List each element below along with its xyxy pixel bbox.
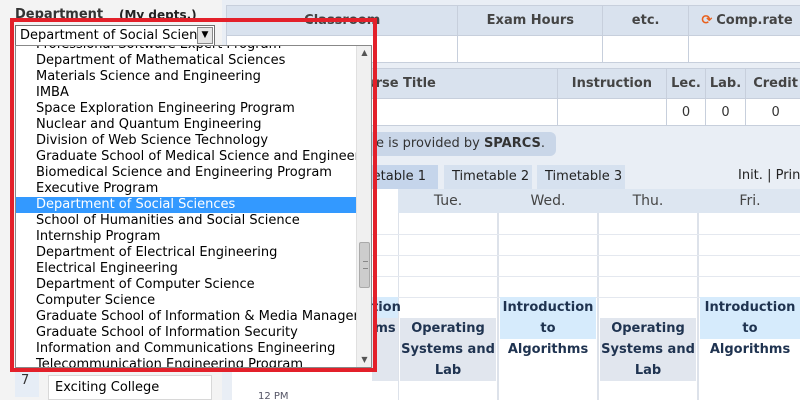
credit-value: 0 (745, 98, 800, 126)
lec-value: 0 (666, 98, 706, 126)
lec-header: Lec. (666, 68, 706, 99)
class-partial-bottom: ms (374, 321, 396, 336)
class-title: Introduction to Algorithms (704, 300, 796, 357)
timetable-actions: Init. | Prin (738, 168, 800, 183)
instruction-header: Instruction (556, 68, 668, 99)
tab-timetable-2[interactable]: Timetable 2 (444, 165, 532, 189)
day-header-tue: Tue. (398, 189, 498, 213)
tab-timetable-3[interactable]: Timetable 3 (537, 165, 625, 189)
credit-header: Credit (745, 68, 800, 99)
exam-hours-header: Exam Hours (457, 5, 604, 36)
day-header-wed: Wed. (498, 189, 598, 213)
college-list-item[interactable]: Exciting College (48, 375, 212, 400)
lab-header: Lab. (704, 68, 747, 99)
class-block-intro-algorithms-wed[interactable]: Introduction to Algorithms (500, 297, 596, 357)
class-block-operating-systems-tue[interactable]: Operating Systems and Lab (400, 318, 496, 381)
comp-rate-label: Comp.rate (716, 13, 793, 28)
refresh-icon[interactable]: ⟳ (701, 13, 712, 28)
class-block-intro-algorithms-fri[interactable]: Introduction to Algorithms (700, 297, 800, 357)
highlight-frame (10, 18, 377, 372)
etc-value (602, 35, 690, 63)
init-link[interactable]: Init. (738, 168, 763, 183)
print-link[interactable]: Prin (776, 168, 800, 183)
row-number: 7 (15, 371, 39, 397)
day-header-fri: Fri. (698, 189, 800, 213)
day-header-thu: Thu. (598, 189, 698, 213)
class-title: Operating Systems and Lab (601, 321, 695, 378)
class-title: Introduction to Algorithms (502, 300, 594, 357)
instruction-value (556, 98, 668, 126)
class-block-operating-systems-thu[interactable]: Operating Systems and Lab (600, 318, 696, 381)
time-label: 12 PM (258, 391, 289, 400)
comp-rate-value (688, 35, 800, 63)
class-title: Operating Systems and Lab (401, 321, 495, 378)
notice-brand: SPARCS (483, 136, 541, 151)
notice-suffix: . (540, 136, 545, 151)
etc-header: etc. (602, 5, 690, 36)
exam-hours-value (457, 35, 604, 63)
comp-rate-header[interactable]: ⟳ Comp.rate (688, 5, 800, 36)
notice-text: e is provided by (376, 136, 484, 151)
action-separator: | (767, 168, 772, 183)
lab-value: 0 (704, 98, 747, 126)
